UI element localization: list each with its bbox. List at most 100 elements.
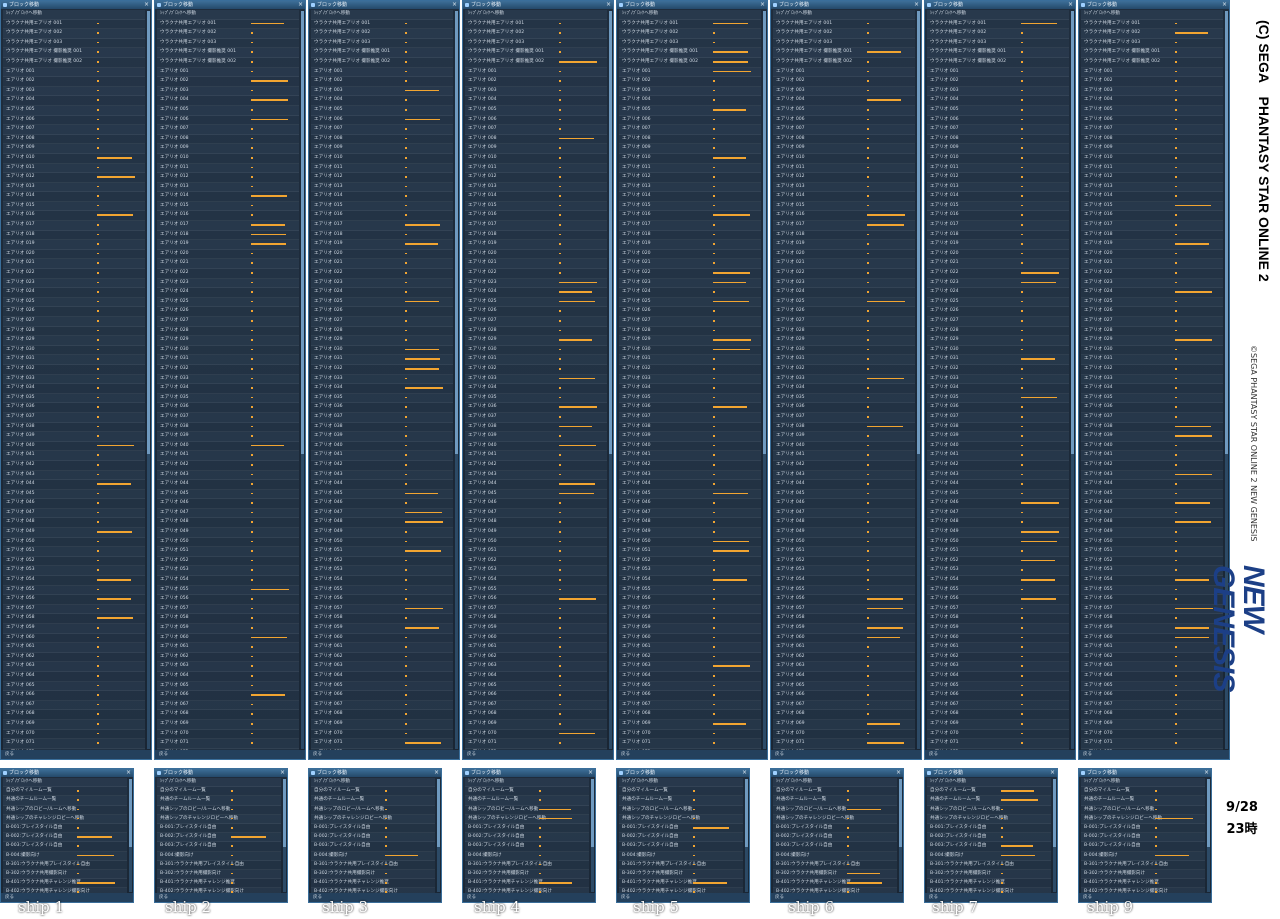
block-list-item[interactable]: エアリオ 059 [311,624,453,634]
block-list-item[interactable]: ウラクナ共用エアリオ 003 [619,38,761,49]
block-list-item[interactable]: エアリオ 046 [619,499,761,509]
block-list-item[interactable]: エアリオ 030 [619,345,761,356]
block-list-item[interactable]: エアリオ 028 [465,326,607,337]
block-list-item[interactable]: エアリオ 065 [773,681,915,692]
block-list-item[interactable]: エアリオ 001 [619,67,761,78]
block-list-item[interactable]: ｼｯﾌﾟ/ﾌﾞﾛｯｸへ移動 [465,10,607,20]
close-icon[interactable]: × [452,1,457,9]
block-list-item[interactable]: エアリオ 013 [619,182,761,193]
block-list-item[interactable]: エアリオ 066 [465,691,607,701]
block-list-item[interactable]: エアリオ 031 [619,355,761,365]
block-list-item[interactable]: エアリオ 038 [157,422,299,433]
block-list-item[interactable]: エアリオ 061 [927,643,1069,653]
block-list-item[interactable]: エアリオ 016 [157,211,299,222]
block-list-item[interactable]: エアリオ 004 [311,96,453,106]
scrollbar[interactable] [129,779,132,892]
block-list-item[interactable]: エアリオ 062 [1081,652,1223,663]
block-list-item[interactable]: エアリオ 055 [1081,585,1223,596]
block-list-item[interactable]: エアリオ 041 [773,451,915,461]
block-list-item[interactable]: エアリオ 053 [3,566,145,577]
block-list-item[interactable]: ウラクナ共用エアリオ 撮影推奨 002 [1081,57,1223,68]
block-list-item[interactable]: エアリオ 022 [927,269,1069,279]
block-list-item[interactable]: エアリオ 044 [157,480,299,490]
block-list-item[interactable]: エアリオ 047 [927,508,1069,519]
block-list-item[interactable]: B-004:撮影向け [927,851,1051,861]
block-list-item[interactable]: エアリオ 066 [927,691,1069,701]
block-list-item[interactable]: エアリオ 048 [927,518,1069,529]
block-list-item[interactable]: エアリオ 053 [773,566,915,577]
block-list-item[interactable]: エアリオ 014 [773,192,915,202]
block-list-item[interactable]: エアリオ 047 [1081,508,1223,519]
block-list-item[interactable]: エアリオ 043 [927,470,1069,481]
block-list-item[interactable]: エアリオ 069 [311,719,453,730]
block-list-item[interactable]: ウラクナ共用エアリオ 002 [773,29,915,39]
block-list-item[interactable]: エアリオ 020 [1081,249,1223,260]
block-list-item[interactable]: エアリオ 055 [927,585,1069,596]
block-list-item[interactable]: B-302:ウラクナ共用撮影向け [311,869,435,880]
block-list-item[interactable]: エアリオ 030 [465,345,607,356]
block-list-item[interactable]: エアリオ 066 [619,691,761,701]
block-list-item[interactable]: エアリオ 026 [773,307,915,317]
block-list-item[interactable]: エアリオ 024 [311,288,453,298]
block-list-item[interactable]: エアリオ 026 [311,307,453,317]
block-list-item[interactable]: エアリオ 009 [465,144,607,154]
block-list-item[interactable]: エアリオ 050 [3,537,145,548]
block-list-item[interactable]: エアリオ 052 [3,556,145,567]
block-list-item[interactable]: エアリオ 029 [465,336,607,346]
block-list-item[interactable]: エアリオ 060 [157,633,299,644]
block-list-item[interactable]: エアリオ 043 [773,470,915,481]
block-list-item[interactable]: B-302:ウラクナ共用撮影向け [927,869,1051,880]
block-list-item[interactable]: エアリオ 047 [773,508,915,519]
block-list-item[interactable]: エアリオ 070 [157,729,299,740]
block-list-item[interactable]: エアリオ 005 [3,105,145,116]
block-list-item[interactable]: エアリオ 017 [311,221,453,231]
block-list-item[interactable]: B-401:ウラクナ共用チャレンジ推奨 [927,879,1051,889]
block-list-item[interactable]: エアリオ 048 [311,518,453,529]
block-list-item[interactable]: エアリオ 029 [311,336,453,346]
block-list-item[interactable]: エアリオ 058 [619,614,761,624]
block-list-item[interactable]: エアリオ 058 [157,614,299,624]
block-list-item[interactable]: エアリオ 057 [927,604,1069,615]
block-list-item[interactable]: エアリオ 050 [927,537,1069,548]
block-list-item[interactable]: エアリオ 045 [1081,489,1223,500]
block-list-item[interactable]: B-001:プレイスタイル自由 [773,823,897,834]
block-list-item[interactable]: エアリオ 041 [3,451,145,461]
back-button[interactable]: 戻る [309,750,459,759]
block-list-item[interactable]: エアリオ 014 [311,192,453,202]
block-list-item[interactable]: エアリオ 006 [3,115,145,126]
block-list-item[interactable]: エアリオ 005 [619,105,761,116]
block-list-item[interactable]: ｼｯﾌﾟ/ﾌﾞﾛｯｸへ移動 [773,778,897,788]
block-list-item[interactable]: エアリオ 069 [773,719,915,730]
block-list-item[interactable]: エアリオ 044 [927,480,1069,490]
block-list-item[interactable]: エアリオ 051 [927,547,1069,557]
block-list-item[interactable]: エアリオ 025 [1081,297,1223,308]
block-list-item[interactable]: ウラクナ共用エアリオ 撮影推奨 002 [773,57,915,68]
back-button[interactable]: 戻る [925,750,1075,759]
block-list-item[interactable]: エアリオ 021 [465,259,607,270]
block-list-item[interactable]: ウラクナ共用エアリオ 撮影推奨 001 [1081,48,1223,58]
block-list-item[interactable]: ウラクナ共用エアリオ 002 [465,29,607,39]
block-list-item[interactable]: 共通シップのロビー/ルームへ移動 [619,805,743,815]
block-list-item[interactable]: エアリオ 029 [619,336,761,346]
block-list-item[interactable]: 自分のマイルーム一覧 [311,787,435,797]
block-list-item[interactable]: エアリオ 054 [619,576,761,586]
block-list-item[interactable]: エアリオ 060 [927,633,1069,644]
block-list-item[interactable]: エアリオ 016 [773,211,915,222]
scrollbar-thumb[interactable] [301,11,304,454]
block-list-item[interactable]: エアリオ 029 [927,336,1069,346]
block-list-item[interactable]: ｼｯﾌﾟ/ﾌﾞﾛｯｸへ移動 [157,778,281,788]
block-list-item[interactable]: エアリオ 023 [3,278,145,289]
block-list-item[interactable]: エアリオ 056 [619,595,761,605]
block-list-item[interactable]: ウラクナ共用エアリオ 撮影推奨 002 [927,57,1069,68]
block-list-item[interactable]: エアリオ 047 [157,508,299,519]
block-list-item[interactable]: エアリオ 038 [619,422,761,433]
block-list-item[interactable]: エアリオ 023 [157,278,299,289]
block-list-item[interactable]: エアリオ 036 [927,403,1069,413]
block-list-item[interactable]: ウラクナ共用エアリオ 撮影推奨 002 [3,57,145,68]
block-list-item[interactable]: エアリオ 046 [1081,499,1223,509]
block-list-item[interactable]: エアリオ 036 [157,403,299,413]
block-list-item[interactable]: ウラクナ共用エアリオ 001 [3,19,145,30]
block-list-item[interactable]: エアリオ 065 [465,681,607,692]
block-list-item[interactable]: 共通シップのチャレンジロビーへ移動 [3,814,127,824]
block-list-item[interactable]: ウラクナ共用エアリオ 001 [157,19,299,30]
